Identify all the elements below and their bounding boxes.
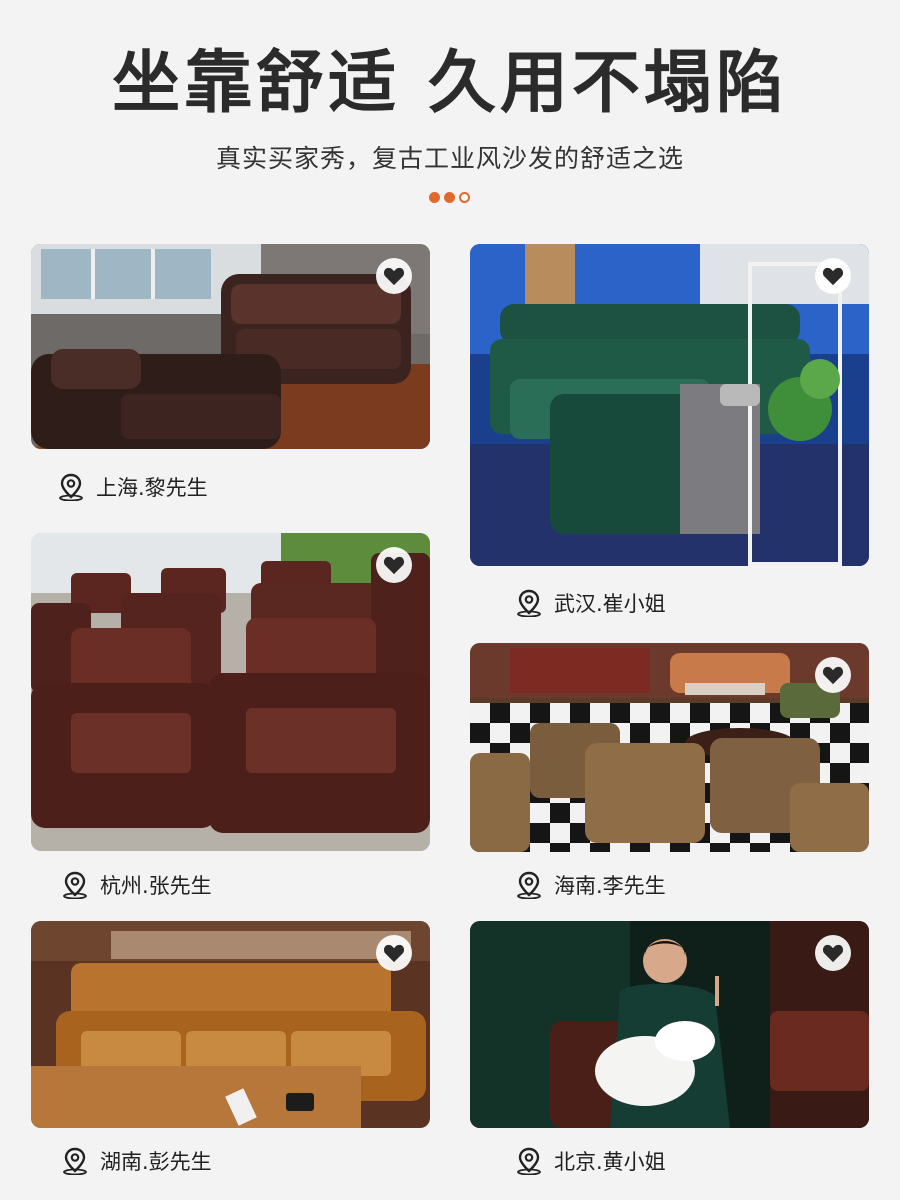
favorite-button[interactable] — [376, 547, 412, 583]
pagination-dot — [429, 192, 440, 203]
buyer-photo-wuhan[interactable] — [470, 244, 869, 566]
location-text: 杭州.张先生 — [100, 874, 212, 898]
buyer-photo-shanghai[interactable] — [31, 244, 430, 449]
heart-icon — [383, 267, 405, 286]
pagination-dot — [444, 192, 455, 203]
buyer-photo-beijing[interactable] — [470, 921, 869, 1128]
location-text: 上海.黎先生 — [96, 476, 208, 500]
favorite-button[interactable] — [815, 935, 851, 971]
sofa-photo-brown-armchairs — [31, 533, 430, 851]
heart-icon — [822, 267, 844, 286]
favorite-button[interactable] — [376, 258, 412, 294]
page-title: 坐靠舒适 久用不塌陷 — [112, 44, 788, 123]
location-pin-icon — [517, 589, 541, 617]
buyer-photo-hangzhou[interactable] — [31, 533, 430, 851]
favorite-button[interactable] — [815, 258, 851, 294]
location-text: 海南.李先生 — [554, 874, 666, 898]
sofa-photo-checkered-floor-bar — [470, 643, 869, 852]
page-subtitle: 真实买家秀，复古工业风沙发的舒适之选 — [215, 144, 684, 173]
location-label: 北京.黄小姐 — [516, 1146, 666, 1176]
pagination-dot — [459, 192, 470, 203]
heart-icon — [822, 944, 844, 963]
location-label: 杭州.张先生 — [62, 870, 212, 900]
location-pin-icon — [517, 871, 541, 899]
location-label: 海南.李先生 — [516, 870, 666, 900]
favorite-button[interactable] — [376, 935, 412, 971]
location-pin-icon — [517, 1147, 541, 1175]
sofa-photo-dark-brown-living-room — [31, 244, 430, 449]
location-text: 湖南.彭先生 — [100, 1150, 212, 1174]
pagination-dots — [429, 192, 470, 203]
favorite-button[interactable] — [815, 657, 851, 693]
buyer-photo-hunan[interactable] — [31, 921, 430, 1128]
location-label: 湖南.彭先生 — [62, 1146, 212, 1176]
location-text: 武汉.崔小姐 — [554, 592, 666, 616]
location-pin-icon — [63, 1147, 87, 1175]
location-text: 北京.黄小姐 — [554, 1150, 666, 1174]
heart-icon — [383, 944, 405, 963]
location-label: 武汉.崔小姐 — [516, 588, 666, 618]
heart-icon — [822, 666, 844, 685]
buyer-photo-hainan[interactable] — [470, 643, 869, 852]
location-pin-icon — [59, 473, 83, 501]
heart-icon — [383, 556, 405, 575]
sofa-photo-woman-on-leather-chair — [470, 921, 869, 1128]
location-pin-icon — [63, 871, 87, 899]
sofa-photo-tan-leather-sofa — [31, 921, 430, 1128]
location-label: 上海.黎先生 — [58, 472, 208, 502]
sofa-photo-green-leather-billiard-room — [470, 244, 869, 566]
